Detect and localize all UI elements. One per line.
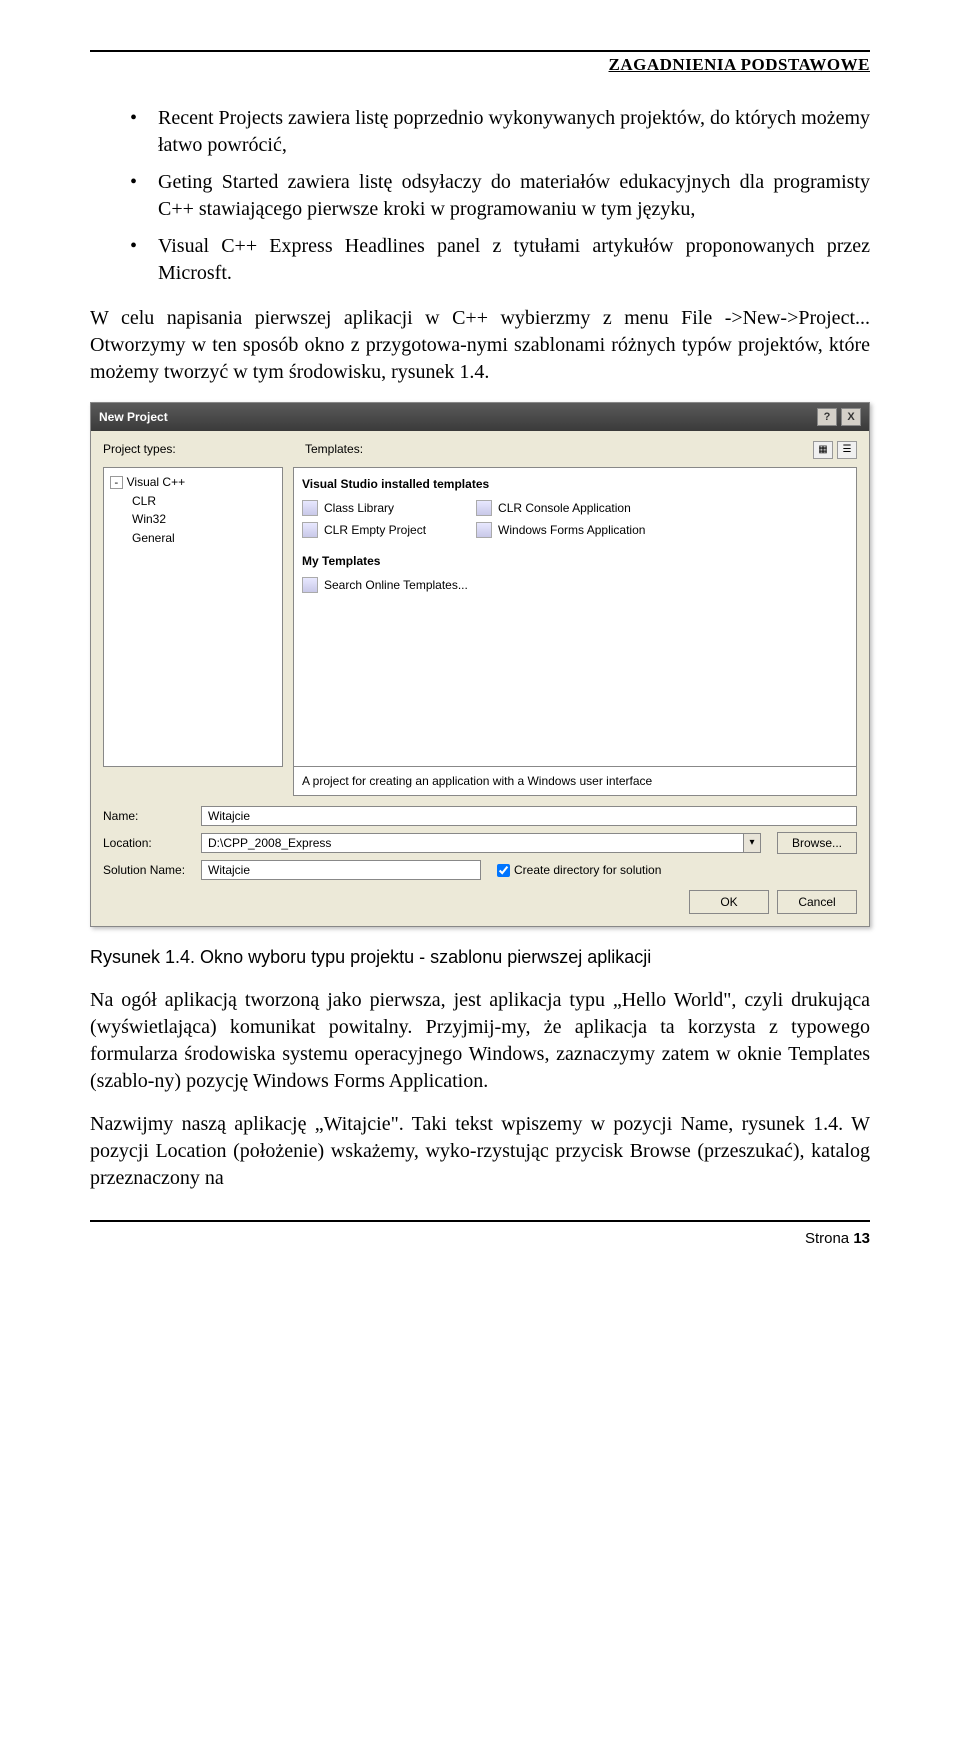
large-icons-icon[interactable]: ▦ — [813, 441, 833, 459]
template-icon — [302, 522, 318, 538]
dialog-titlebar: New Project ? X — [91, 403, 869, 431]
template-label: Class Library — [324, 500, 394, 516]
my-templates-heading: My Templates — [302, 553, 848, 569]
search-online-templates[interactable]: Search Online Templates... — [302, 577, 848, 593]
template-icon — [476, 522, 492, 538]
solution-name-label: Solution Name: — [103, 862, 193, 878]
tree-root-label[interactable]: Visual C++ — [127, 474, 185, 490]
template-icon — [302, 500, 318, 516]
template-label: Windows Forms Application — [498, 522, 645, 538]
help-icon[interactable]: ? — [817, 408, 837, 426]
name-input[interactable] — [201, 806, 857, 826]
footer-label: Strona — [805, 1230, 853, 1247]
location-label: Location: — [103, 835, 193, 851]
template-description: A project for creating an application wi… — [293, 767, 857, 796]
ok-button[interactable]: OK — [689, 890, 769, 914]
paragraph-2: Na ogół aplikacją tworzoną jako pierwsza… — [90, 987, 870, 1095]
bullet-item: Visual C++ Express Headlines panel z tyt… — [130, 233, 870, 287]
tree-item-clr[interactable]: CLR — [132, 493, 276, 509]
tree-item-win32[interactable]: Win32 — [132, 511, 276, 527]
paragraph-3: Nazwijmy naszą aplikację „Witajcie". Tak… — [90, 1111, 870, 1192]
create-directory-label: Create directory for solution — [514, 862, 661, 878]
page-footer: Strona 13 — [90, 1220, 870, 1251]
template-winforms[interactable]: Windows Forms Application — [476, 522, 645, 538]
template-label: CLR Console Application — [498, 500, 631, 516]
bullet-item: Geting Started zawiera listę odsyłaczy d… — [130, 169, 870, 223]
template-class-library[interactable]: Class Library — [302, 500, 426, 516]
create-directory-checkbox[interactable] — [497, 864, 510, 877]
solution-name-input[interactable] — [201, 860, 481, 880]
figure-caption: Rysunek 1.4. Okno wyboru typu projektu -… — [90, 945, 870, 969]
new-project-dialog: New Project ? X Project types: Templates… — [90, 402, 870, 927]
location-input[interactable] — [201, 833, 743, 853]
page-number: 13 — [853, 1230, 870, 1247]
tree-item-general[interactable]: General — [132, 530, 276, 546]
template-clr-console[interactable]: CLR Console Application — [476, 500, 645, 516]
template-clr-empty[interactable]: CLR Empty Project — [302, 522, 426, 538]
name-label: Name: — [103, 808, 193, 824]
browse-button[interactable]: Browse... — [777, 832, 857, 854]
footer-rule — [90, 1220, 870, 1222]
dialog-title: New Project — [99, 409, 168, 425]
cancel-button[interactable]: Cancel — [777, 890, 857, 914]
location-dropdown-icon[interactable]: ▾ — [743, 833, 761, 853]
templates-panel: Visual Studio installed templates Class … — [293, 467, 857, 767]
collapse-icon[interactable]: - — [110, 476, 123, 489]
close-icon[interactable]: X — [841, 408, 861, 426]
project-types-tree[interactable]: - Visual C++ CLR Win32 General — [103, 467, 283, 767]
paragraph-1: W celu napisania pierwszej aplikacji w C… — [90, 305, 870, 386]
bullet-list: Recent Projects zawiera listę poprzednio… — [130, 105, 870, 287]
small-icons-icon[interactable]: ☰ — [837, 441, 857, 459]
project-types-label: Project types: — [103, 441, 283, 463]
search-icon — [302, 577, 318, 593]
templates-label: Templates: — [305, 441, 791, 463]
installed-templates-heading: Visual Studio installed templates — [302, 476, 848, 492]
search-online-label: Search Online Templates... — [324, 577, 468, 593]
template-icon — [476, 500, 492, 516]
bullet-item: Recent Projects zawiera listę poprzednio… — [130, 105, 870, 159]
page-header: ZAGADNIENIA PODSTAWOWE — [90, 54, 870, 77]
template-label: CLR Empty Project — [324, 522, 426, 538]
header-rule — [90, 50, 870, 52]
